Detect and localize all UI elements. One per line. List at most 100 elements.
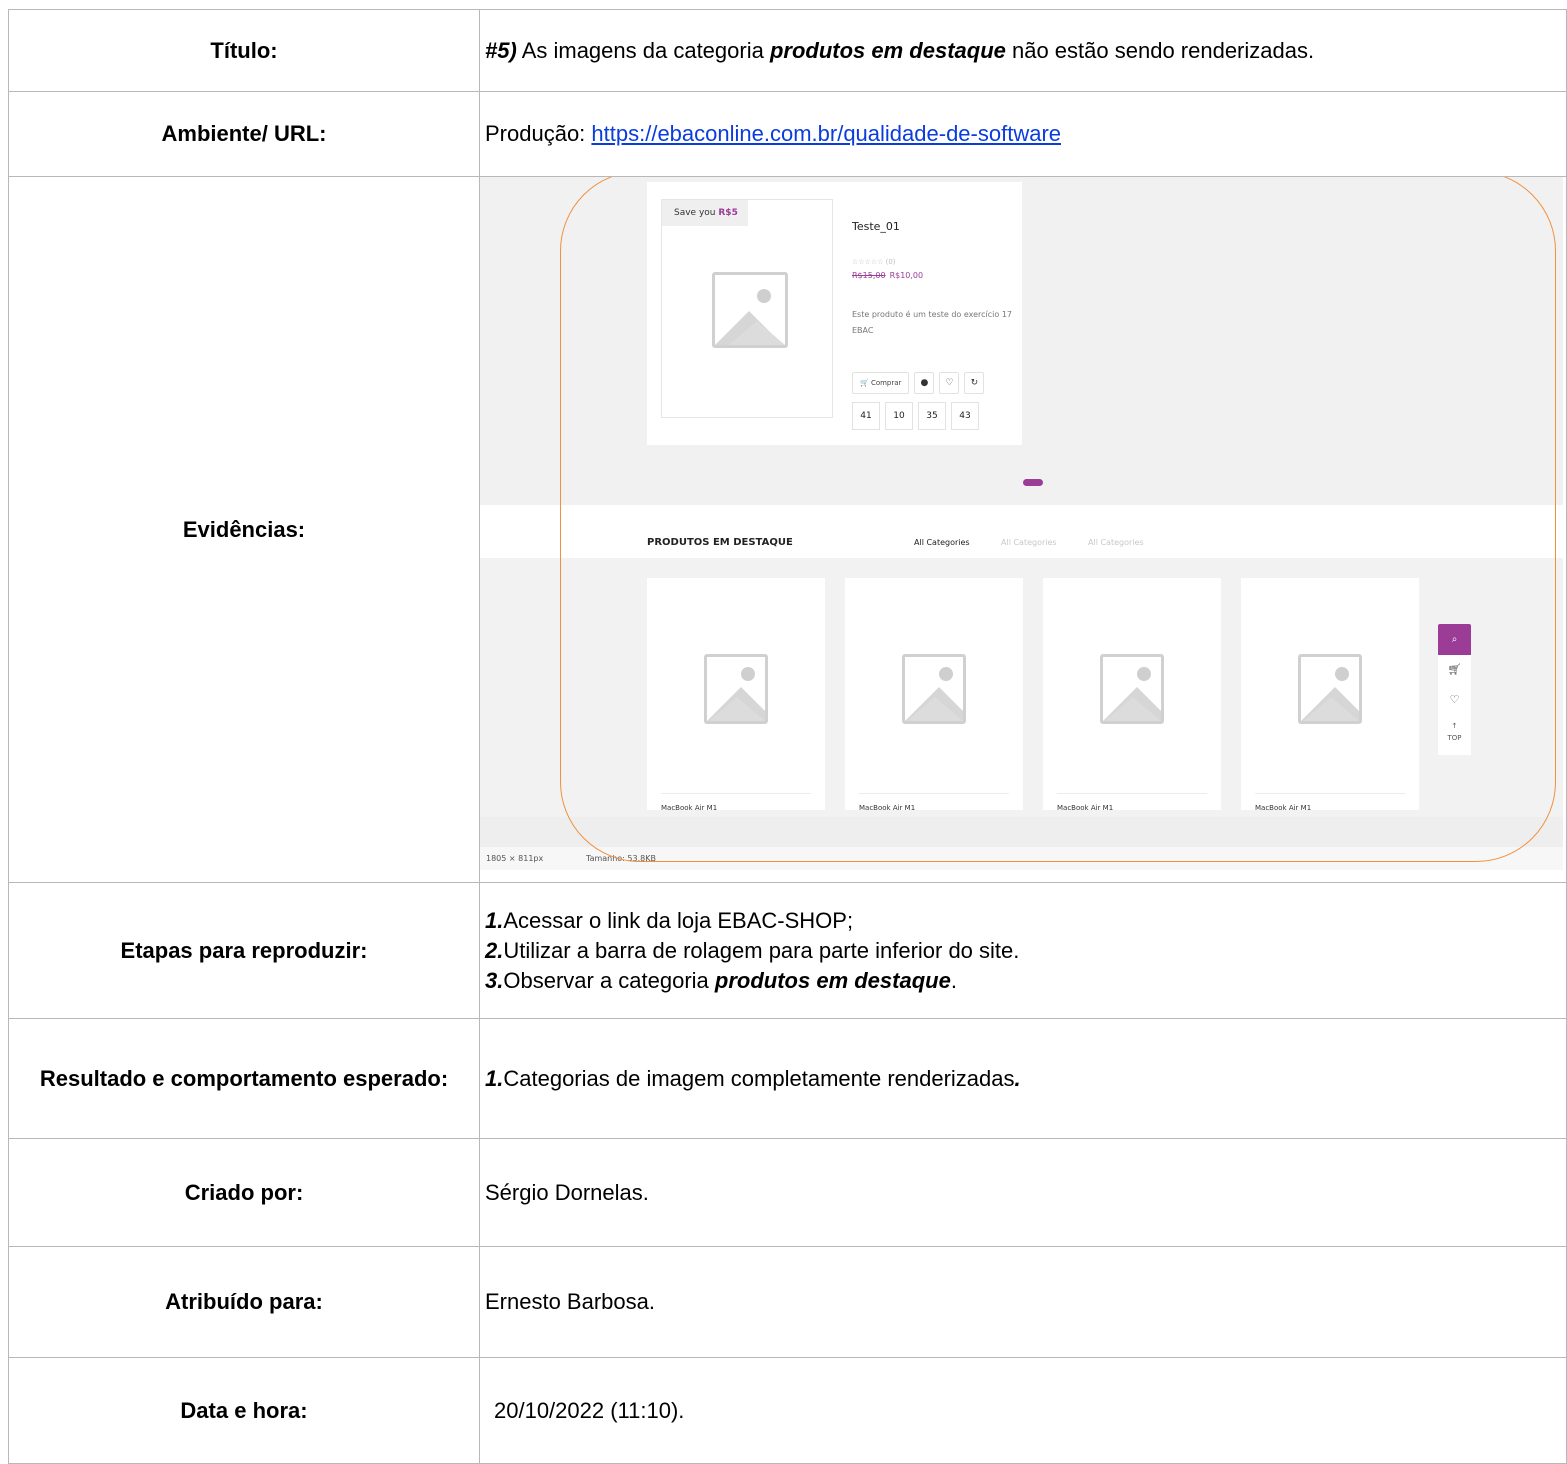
- product-card[interactable]: MacBook Air M1: [845, 578, 1023, 812]
- row-resultado: Resultado e comportamento esperado: 1.Ca…: [8, 1018, 1567, 1139]
- featured-product-card: Save you R$5 Teste_01 ☆☆☆☆☆ (0) R$15,00 R…: [647, 182, 1022, 445]
- label-ambiente: Ambiente/ URL:: [8, 91, 480, 177]
- placeholder-mountain-2: [709, 697, 765, 721]
- floating-sidebar: ⌕ 🛒︎ ♡ ↑ TOP: [1438, 624, 1471, 755]
- placeholder-sun: [741, 667, 755, 681]
- placeholder-image-icon: [1100, 654, 1164, 724]
- category-tab[interactable]: All Categories: [1088, 538, 1144, 547]
- product-card-name: MacBook Air M1: [1057, 804, 1114, 812]
- refresh-icon[interactable]: ↻: [964, 372, 985, 394]
- heart-icon[interactable]: ♡: [939, 372, 960, 394]
- slider-dot[interactable]: [1023, 479, 1043, 486]
- image-dimensions: 1805 × 811px: [486, 854, 544, 863]
- row-atribuido: Atribuído para: Ernesto Barbosa.: [8, 1246, 1567, 1358]
- step-number: 2.: [485, 937, 504, 963]
- product-card-name: MacBook Air M1: [661, 804, 718, 812]
- buy-button[interactable]: 🛒 Comprar: [852, 372, 910, 394]
- step-3: 3.Observar a categoria produtos em desta…: [485, 966, 1566, 996]
- eye-icon[interactable]: ●: [914, 372, 935, 394]
- label-etapas: Etapas para reproduzir:: [8, 882, 480, 1019]
- save-badge: Save you R$5: [662, 200, 748, 226]
- placeholder-image-icon: [902, 654, 966, 724]
- step-text: Utilizar a barra de rolagem para parte i…: [503, 937, 1020, 963]
- title-text-2: não estão sendo renderizadas.: [1005, 37, 1315, 63]
- placeholder-mountain-2: [729, 321, 785, 345]
- placeholder-mountain-2: [907, 697, 963, 721]
- title-text-1: As imagens da categoria: [516, 37, 770, 63]
- bug-number: #5): [485, 37, 517, 63]
- value-criado: Sérgio Dornelas.: [479, 1138, 1567, 1247]
- image-size: Tamanho: 53.8KB: [586, 854, 656, 863]
- heart-icon[interactable]: ♡: [1438, 685, 1471, 715]
- product-card-name: MacBook Air M1: [859, 804, 916, 812]
- placeholder-image-icon: [712, 272, 788, 348]
- product-name[interactable]: Teste_01: [852, 220, 900, 233]
- step-emph: produtos em destaque: [714, 967, 951, 993]
- placeholder-sun: [1137, 667, 1151, 681]
- countdown-hours: 10: [885, 402, 913, 430]
- label-atribuido: Atribuído para:: [8, 1246, 480, 1358]
- action-buttons: 🛒 Comprar ● ♡ ↻: [852, 372, 985, 394]
- category-tab[interactable]: All Categories: [1001, 538, 1057, 547]
- placeholder-image-icon: [1298, 654, 1362, 724]
- card-divider: [1057, 793, 1207, 794]
- countdown-minutes: 35: [918, 402, 946, 430]
- title-category-emph: produtos em destaque: [769, 37, 1006, 63]
- viewer-status-bar: 1805 × 811px Tamanho: 53.8KB: [480, 847, 1563, 870]
- countdown-days: 41: [852, 402, 880, 430]
- row-ambiente: Ambiente/ URL: Produção: https://ebaconl…: [8, 91, 1567, 177]
- save-badge-amount: R$5: [718, 208, 738, 218]
- row-data: Data e hora: 20/10/2022 (11:10).: [8, 1357, 1567, 1464]
- step-text: Observar a categoria: [503, 967, 715, 993]
- label-resultado: Resultado e comportamento esperado:: [8, 1018, 480, 1139]
- result-number: 1.: [485, 1065, 504, 1091]
- value-resultado: 1.Categorias de imagem completamente ren…: [479, 1018, 1567, 1139]
- category-tab-active[interactable]: All Categories: [914, 538, 970, 547]
- rating-stars: ☆☆☆☆☆ (0): [852, 258, 896, 266]
- search-icon[interactable]: ⌕: [1438, 624, 1471, 655]
- step-2: 2.Utilizar a barra de rolagem para parte…: [485, 936, 1566, 966]
- save-badge-text: Save you: [674, 208, 716, 218]
- result-text: Categorias de imagem completamente rende…: [503, 1065, 1015, 1091]
- product-description: Este produto é um teste do exercício 17 …: [852, 310, 1013, 335]
- value-ambiente: Produção: https://ebaconline.com.br/qual…: [479, 91, 1567, 177]
- product-card[interactable]: MacBook Air M1: [1241, 578, 1419, 812]
- label-criado: Criado por:: [8, 1138, 480, 1247]
- card-divider: [661, 793, 811, 794]
- step-number: 3.: [485, 967, 504, 993]
- product-card[interactable]: MacBook Air M1: [647, 578, 825, 812]
- row-criado: Criado por: Sérgio Dornelas.: [8, 1138, 1567, 1247]
- new-price: R$10,00: [889, 271, 924, 280]
- old-price: R$15,00: [852, 271, 886, 280]
- scroll-top-label: TOP: [1447, 734, 1462, 742]
- placeholder-mountain-2: [1105, 697, 1161, 721]
- card-divider: [1255, 793, 1405, 794]
- label-data: Data e hora:: [8, 1357, 480, 1464]
- price-row: R$15,00 R$10,00: [852, 271, 923, 280]
- step-number: 1.: [485, 907, 504, 933]
- scroll-top-button[interactable]: ↑ TOP: [1438, 715, 1471, 755]
- evidence-cell: Save you R$5 Teste_01 ☆☆☆☆☆ (0) R$15,00 R…: [479, 176, 1567, 883]
- value-data: 20/10/2022 (11:10).: [479, 1357, 1567, 1464]
- evidence-screenshot: Save you R$5 Teste_01 ☆☆☆☆☆ (0) R$15,00 R…: [480, 177, 1563, 870]
- row-titulo: Título: #5) As imagens da categoria prod…: [8, 9, 1567, 92]
- value-etapas: 1.Acessar o link da loja EBAC-SHOP; 2.Ut…: [479, 882, 1567, 1019]
- product-card-name: MacBook Air M1: [1255, 804, 1312, 812]
- step-text: Acessar o link da loja EBAC-SHOP;: [503, 907, 854, 933]
- product-card[interactable]: MacBook Air M1: [1043, 578, 1221, 812]
- card-divider: [859, 793, 1009, 794]
- placeholder-image-icon: [704, 654, 768, 724]
- placeholder-mountain-2: [1303, 697, 1359, 721]
- step-1: 1.Acessar o link da loja EBAC-SHOP;: [485, 906, 1566, 936]
- value-titulo: #5) As imagens da categoria produtos em …: [479, 9, 1567, 92]
- cart-icon[interactable]: 🛒︎: [1438, 655, 1471, 685]
- step-text-end: .: [950, 967, 957, 993]
- countdown-timer: 41 10 35 43: [852, 402, 979, 430]
- env-url-link[interactable]: https://ebaconline.com.br/qualidade-de-s…: [591, 121, 1061, 146]
- value-atribuido: Ernesto Barbosa.: [479, 1246, 1567, 1358]
- result-end: .: [1014, 1065, 1021, 1091]
- category-bar: [480, 505, 1563, 558]
- bug-report-table: Título: #5) As imagens da categoria prod…: [8, 9, 1567, 1464]
- arrow-up-icon: ↑: [1451, 722, 1458, 730]
- env-prefix: Produção:: [485, 121, 592, 146]
